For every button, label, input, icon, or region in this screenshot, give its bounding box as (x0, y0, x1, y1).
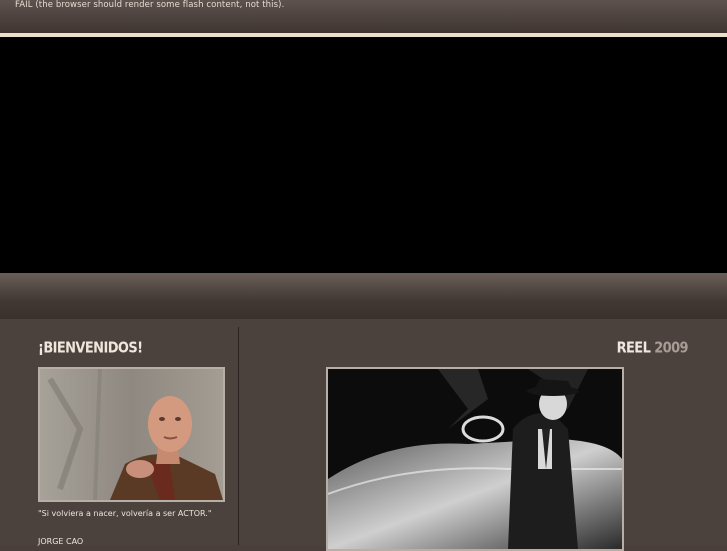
flash-fail-message: FAIL (the browser should render some fla… (15, 0, 285, 10)
actor-portrait-image (38, 367, 225, 502)
reel-still-image (328, 369, 622, 549)
actor-quote: "Si volviera a nacer, volvería a ser ACT… (38, 509, 212, 518)
column-divider (238, 327, 239, 545)
flash-content-area (0, 37, 727, 273)
reel-heading: REEL 2009 (616, 340, 689, 358)
reel-label: REEL (616, 340, 651, 358)
reel-video-thumbnail[interactable] (326, 367, 624, 551)
portrait-illustration (40, 369, 223, 500)
top-bar: FAIL (the browser should render some fla… (0, 0, 727, 33)
reel-year: 2009 (654, 340, 688, 358)
welcome-heading: ¡BIENVENIDOS! (38, 340, 143, 358)
gradient-band (0, 273, 727, 319)
